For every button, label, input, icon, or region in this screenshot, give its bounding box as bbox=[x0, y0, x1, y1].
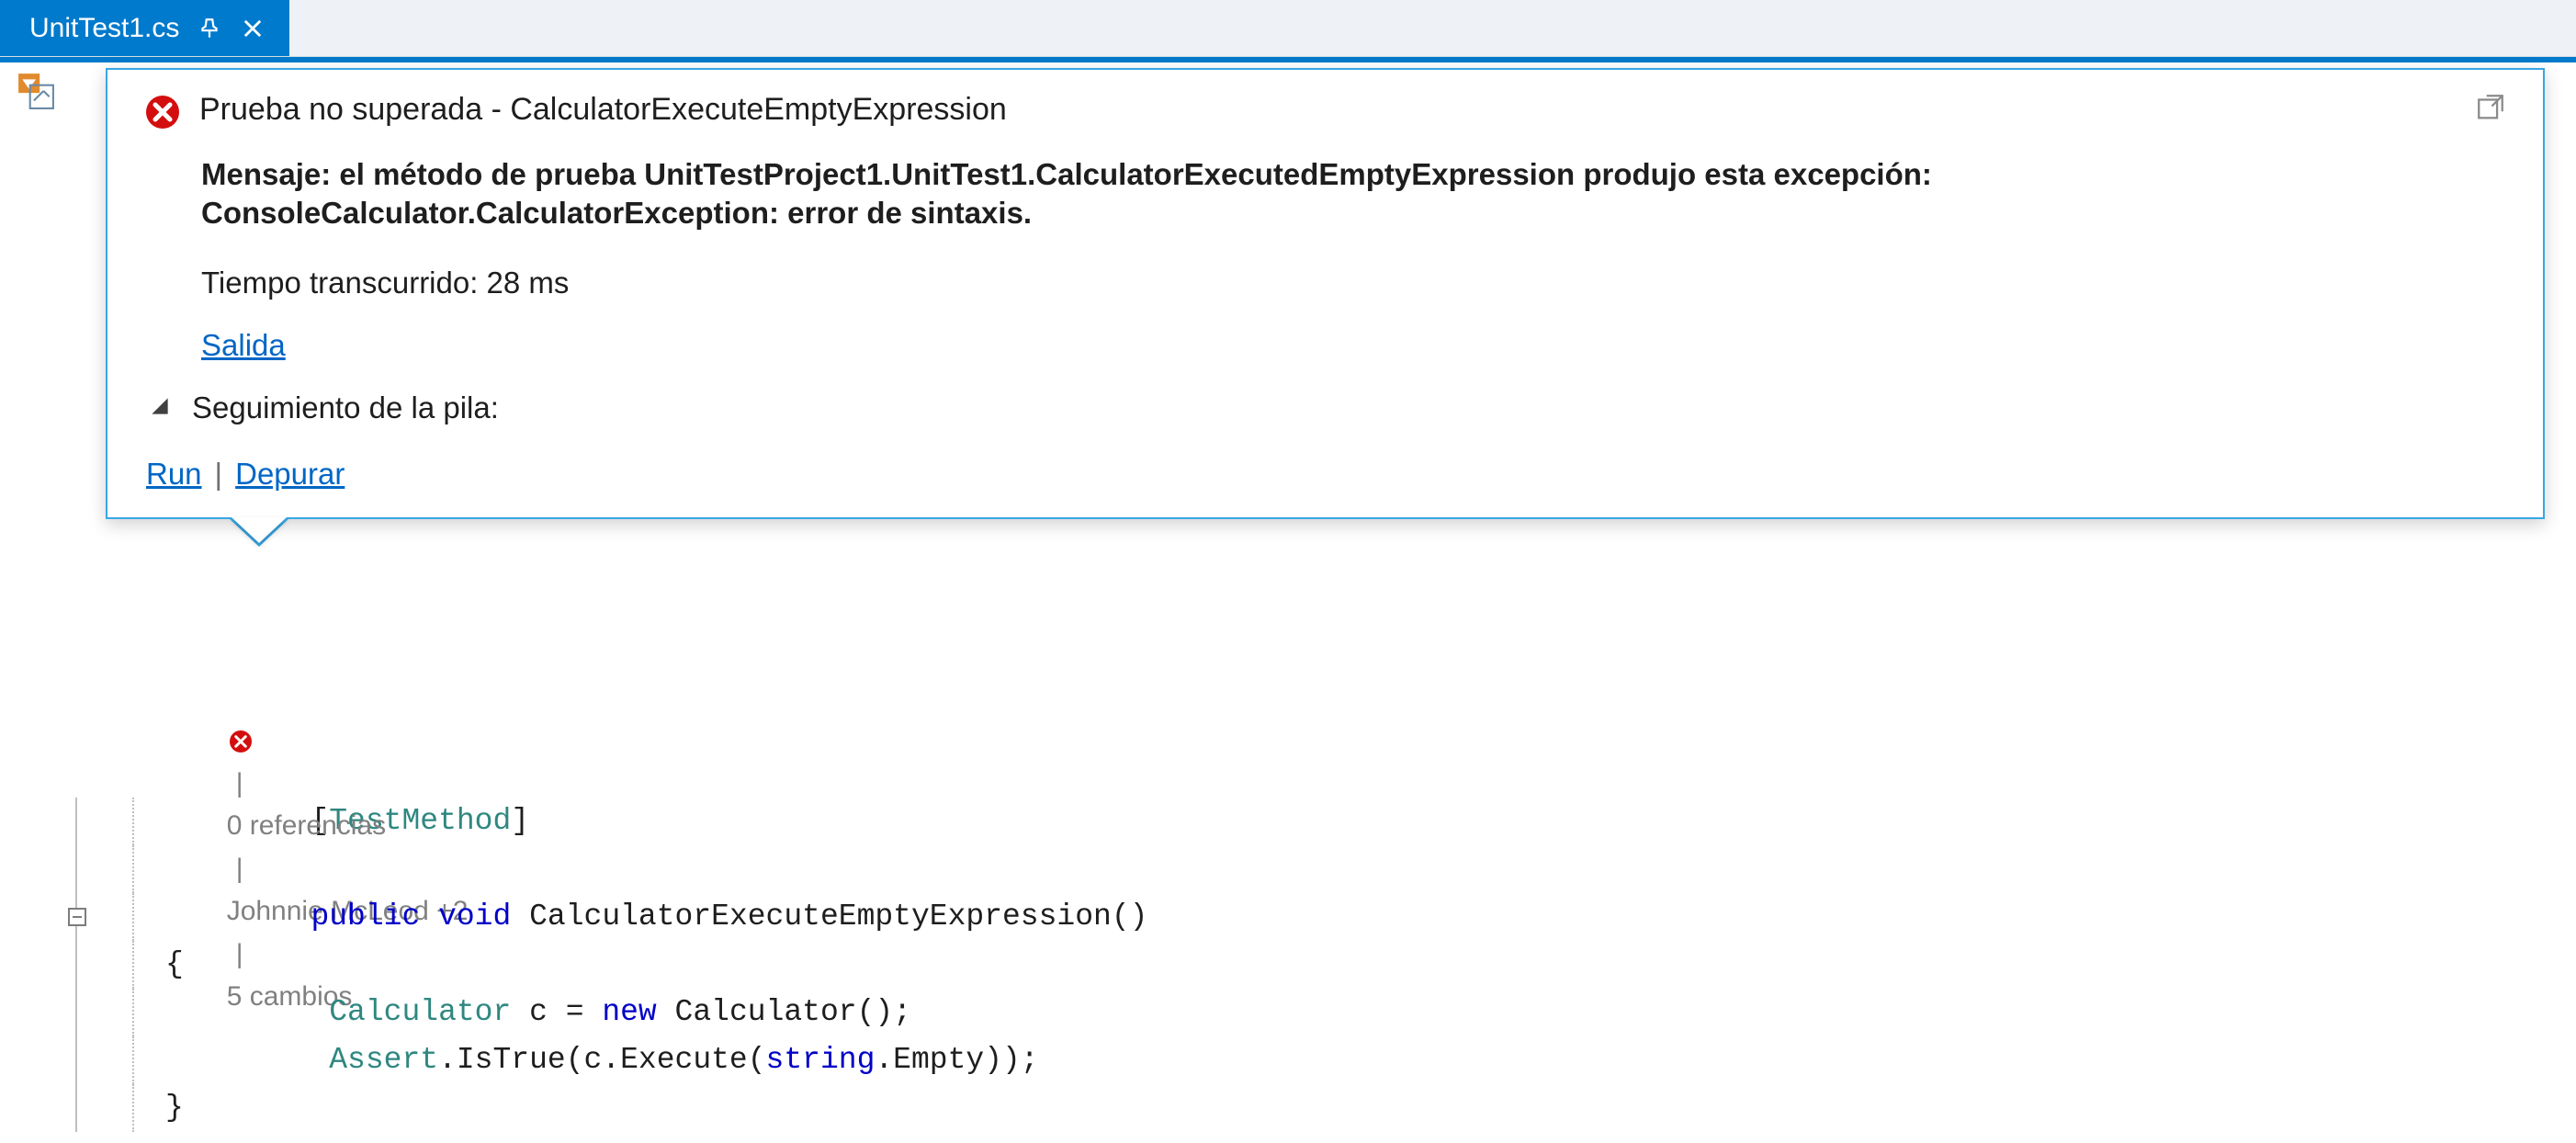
elapsed-time: Tiempo transcurrido: 28 ms bbox=[201, 266, 2506, 300]
code-line[interactable]: public void CalculatorExecuteEmptyExpres… bbox=[0, 893, 2576, 941]
keyword: public bbox=[311, 900, 420, 934]
bracket: ] bbox=[511, 804, 529, 838]
codelens-error-icon bbox=[227, 728, 254, 755]
popup-message: Mensaje: el método de prueba UnitTestPro… bbox=[201, 155, 2506, 232]
brace: } bbox=[165, 1084, 184, 1131]
test-result-popup: Prueba no superada - CalculatorExecuteEm… bbox=[106, 68, 2545, 519]
fold-toggle-icon[interactable] bbox=[68, 908, 86, 926]
method-name: CalculatorExecuteEmptyExpression() bbox=[529, 900, 1147, 934]
stack-trace-label: Seguimiento de la pila: bbox=[192, 390, 499, 425]
code-text: .IsTrue(c.Execute( bbox=[438, 1043, 765, 1077]
file-tab[interactable]: UnitTest1.cs bbox=[0, 0, 289, 56]
keyword: void bbox=[438, 900, 511, 934]
test-gutter-icon[interactable] bbox=[17, 72, 55, 115]
error-icon bbox=[144, 94, 181, 135]
popup-actions: Run | Depurar bbox=[146, 457, 2506, 492]
close-icon[interactable] bbox=[240, 16, 266, 41]
code-editor[interactable]: Prueba no superada - CalculatorExecuteEm… bbox=[0, 62, 2576, 1143]
debug-link[interactable]: Depurar bbox=[235, 457, 345, 492]
code-text: .Empty)); bbox=[875, 1043, 1038, 1077]
keyword: string bbox=[766, 1043, 876, 1077]
code-line[interactable]: Assert.IsTrue(c.Execute(string.Empty)); bbox=[0, 1036, 2576, 1084]
output-link[interactable]: Salida bbox=[201, 328, 286, 363]
expand-stack-icon[interactable] bbox=[148, 394, 172, 423]
type-name: Assert bbox=[329, 1043, 438, 1077]
tab-bar: UnitTest1.cs bbox=[0, 0, 2576, 57]
action-separator: | bbox=[215, 457, 223, 492]
file-tab-label: UnitTest1.cs bbox=[29, 13, 179, 44]
code-block: [TestMethod] | 0 referencias | Johnnie M… bbox=[0, 798, 2576, 1132]
codelens-refs[interactable]: 0 referencias bbox=[227, 810, 386, 841]
popout-icon[interactable] bbox=[2475, 92, 2506, 128]
run-link[interactable]: Run bbox=[146, 457, 202, 492]
pin-icon[interactable] bbox=[198, 17, 221, 40]
popup-title: Prueba no superada - CalculatorExecuteEm… bbox=[199, 92, 1007, 128]
